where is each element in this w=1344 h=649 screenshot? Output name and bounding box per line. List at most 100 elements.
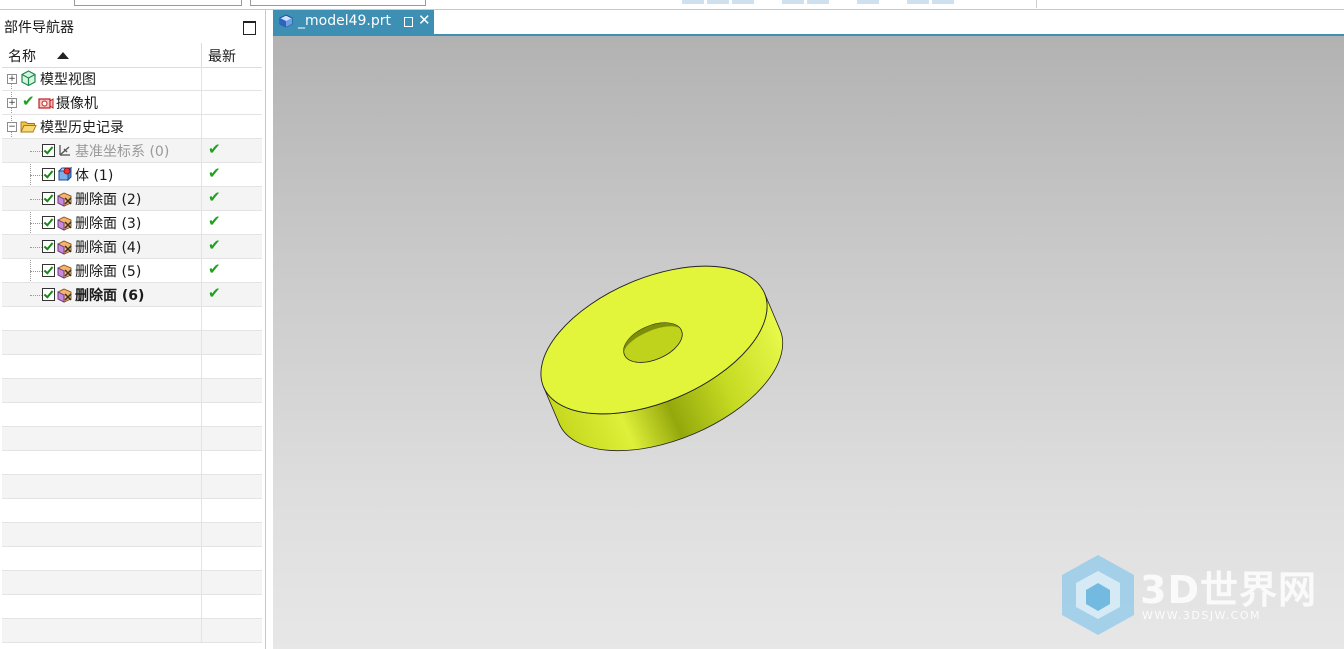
row-label: 删除面 (4) (75, 240, 142, 256)
cell-divider (201, 115, 202, 139)
cell-divider (201, 139, 202, 163)
tree-row-model-views[interactable]: + 模型视图 (2, 67, 262, 91)
empty-row (2, 451, 262, 475)
row-label: 模型历史记录 (40, 120, 124, 136)
empty-row (2, 523, 262, 547)
folder-open-icon (20, 121, 37, 133)
body-icon (57, 166, 73, 182)
empty-row (2, 427, 262, 451)
feature-checkbox[interactable] (42, 168, 55, 181)
toolbar-combo-2[interactable] (250, 0, 426, 6)
maximize-icon[interactable] (243, 21, 256, 35)
row-label: 删除面 (3) (75, 216, 142, 232)
tree-row-feature-current[interactable]: 删除面 (6) ✔ (2, 283, 262, 307)
part-file-icon (279, 14, 293, 28)
toolbar-button[interactable] (932, 0, 954, 4)
navigator-title: 部件导航器 (4, 20, 74, 36)
toolbar-button[interactable] (857, 0, 879, 4)
tree-row-feature[interactable]: 删除面 (4) ✔ (2, 235, 262, 259)
empty-row (2, 355, 262, 379)
tree-row-feature[interactable]: 删除面 (2) ✔ (2, 187, 262, 211)
cell-divider (201, 187, 202, 211)
column-header: 名称 最新 (2, 43, 262, 68)
toolbar-button[interactable] (907, 0, 929, 4)
tree-row-feature[interactable]: 体 (1) ✔ (2, 163, 262, 187)
empty-row (2, 475, 262, 499)
feature-checkbox[interactable] (42, 240, 55, 253)
empty-row (2, 547, 262, 571)
row-label: 删除面 (6) (75, 288, 145, 304)
toolbar-button[interactable] (682, 0, 704, 4)
cell-divider (201, 283, 202, 307)
empty-row (2, 379, 262, 403)
camera-icon (38, 98, 54, 109)
toolbar-button[interactable] (807, 0, 829, 4)
latest-check-icon: ✔ (208, 284, 221, 302)
tree-row-feature[interactable]: 删除面 (5) ✔ (2, 259, 262, 283)
tree-row-feature[interactable]: 基准坐标系 (0) ✔ (2, 139, 262, 163)
latest-check-icon: ✔ (208, 140, 221, 158)
model-views-icon (21, 70, 36, 87)
tree-guide (30, 223, 42, 224)
cell-divider (201, 211, 202, 235)
watermark-title: 3D世界网 (1140, 568, 1317, 612)
latest-check-icon: ✔ (208, 212, 221, 230)
part-navigator: 部件导航器 名称 最新 + 模型视图 + ✔ 摄像机 − 模型历史记录 基准坐标… (0, 10, 266, 649)
watermark: 3D世界网 WWW.3DSJW.COM (1058, 551, 1328, 641)
feature-checkbox[interactable] (42, 216, 55, 229)
column-latest[interactable]: 最新 (208, 46, 236, 66)
close-icon[interactable]: ✕ (418, 11, 431, 29)
graphics-viewport[interactable]: 3D世界网 WWW.3DSJW.COM (273, 36, 1344, 649)
empty-row (2, 595, 262, 619)
expand-icon[interactable]: + (7, 98, 17, 108)
cell-divider (201, 91, 202, 115)
cell-divider (201, 235, 202, 259)
feature-checkbox[interactable] (42, 264, 55, 277)
empty-row (2, 331, 262, 355)
delete-face-icon (57, 240, 72, 255)
cell-divider (201, 163, 202, 187)
watermark-url: WWW.3DSJW.COM (1142, 609, 1261, 622)
toolbar-combo-1[interactable] (74, 0, 242, 6)
washer-part (540, 265, 784, 452)
tree-row-feature[interactable]: 删除面 (3) ✔ (2, 211, 262, 235)
undock-icon[interactable] (404, 17, 413, 27)
latest-check-icon: ✔ (208, 236, 221, 254)
empty-row (2, 403, 262, 427)
sort-ascending-icon[interactable] (57, 52, 69, 59)
delete-face-icon (57, 288, 72, 303)
row-label: 体 (1) (75, 168, 114, 184)
tree-guide (30, 151, 42, 152)
tab-model49[interactable]: _model49.prt ✕ (273, 10, 434, 34)
collapse-icon[interactable]: − (7, 122, 17, 132)
row-label: 模型视图 (40, 72, 96, 88)
feature-checkbox[interactable] (42, 144, 55, 157)
toolbar-button[interactable] (782, 0, 804, 4)
watermark-logo-icon (1062, 555, 1134, 635)
column-divider[interactable] (201, 43, 202, 67)
expand-icon[interactable]: + (7, 74, 17, 84)
empty-row (2, 619, 262, 643)
tree-row-model-history[interactable]: − 模型历史记录 (2, 115, 262, 139)
empty-row (2, 571, 262, 595)
toolbar-button[interactable] (707, 0, 729, 4)
feature-checkbox[interactable] (42, 288, 55, 301)
tree-row-cameras[interactable]: + ✔ 摄像机 (2, 91, 262, 115)
row-label: 删除面 (2) (75, 192, 142, 208)
delete-face-icon (57, 192, 72, 207)
tree-guide (30, 271, 42, 272)
tree-guide (30, 175, 42, 176)
delete-face-icon (57, 216, 72, 231)
navigator-title-bar: 部件导航器 (0, 10, 265, 42)
toolbar-button[interactable] (732, 0, 754, 4)
tree-guide (30, 295, 42, 296)
row-label: 基准坐标系 (0) (75, 144, 170, 160)
row-label: 删除面 (5) (75, 264, 142, 280)
empty-row (2, 307, 262, 331)
empty-row (2, 499, 262, 523)
latest-check-icon: ✔ (208, 260, 221, 278)
column-name[interactable]: 名称 (8, 46, 36, 66)
top-toolbar (0, 0, 1344, 10)
feature-checkbox[interactable] (42, 192, 55, 205)
toolbar-separator (1036, 0, 1037, 8)
